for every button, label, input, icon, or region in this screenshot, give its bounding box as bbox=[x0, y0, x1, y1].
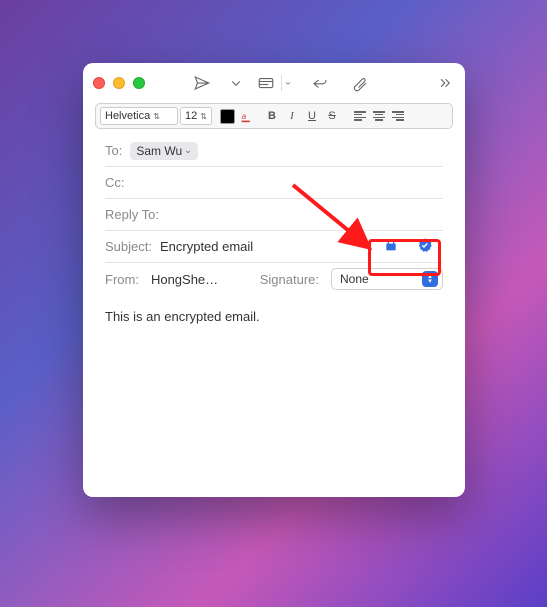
paper-plane-icon bbox=[193, 74, 211, 92]
font-size-value: 12 bbox=[185, 110, 197, 122]
reply-button[interactable] bbox=[303, 69, 337, 97]
align-right-button[interactable] bbox=[389, 107, 407, 125]
font-family-select[interactable]: Helvetica ⇅ bbox=[100, 107, 178, 125]
from-label: From: bbox=[105, 272, 139, 287]
chevron-down-icon bbox=[227, 74, 245, 92]
body-text: This is an encrypted email. bbox=[105, 309, 260, 324]
message-body[interactable]: This is an encrypted email. bbox=[83, 295, 465, 497]
to-label: To: bbox=[105, 143, 122, 158]
reply-arrow-icon bbox=[311, 74, 329, 92]
align-right-icon bbox=[392, 111, 404, 121]
signature-label: Signature: bbox=[260, 272, 319, 287]
overflow-button[interactable] bbox=[433, 69, 455, 97]
reply-to-row[interactable]: Reply To: bbox=[105, 199, 443, 231]
chevron-down-icon bbox=[283, 74, 293, 92]
align-left-button[interactable] bbox=[351, 107, 369, 125]
minimize-button[interactable] bbox=[113, 77, 125, 89]
text-color-swatch[interactable] bbox=[220, 109, 235, 124]
encryption-button[interactable] bbox=[383, 237, 399, 256]
align-center-icon bbox=[373, 111, 385, 121]
svg-text:a: a bbox=[241, 111, 246, 120]
italic-button[interactable]: I bbox=[283, 107, 301, 125]
zoom-button[interactable] bbox=[133, 77, 145, 89]
seal-check-icon bbox=[417, 237, 433, 253]
signing-button[interactable] bbox=[417, 237, 433, 256]
window-controls bbox=[93, 77, 145, 89]
align-left-icon bbox=[354, 111, 366, 121]
message-headers: To: Sam Wu ⌄ Cc: Reply To: Subject: Encr… bbox=[83, 135, 465, 295]
reply-to-label: Reply To: bbox=[105, 207, 159, 222]
updown-caret-icon: ▴▾ bbox=[422, 271, 438, 287]
close-button[interactable] bbox=[93, 77, 105, 89]
signature-select[interactable]: None ▴▾ bbox=[331, 268, 443, 290]
cc-label: Cc: bbox=[105, 175, 125, 190]
strike-button[interactable]: S bbox=[323, 107, 341, 125]
alignment-group bbox=[351, 107, 407, 125]
paperclip-icon bbox=[351, 74, 369, 92]
select-caret-icon: ⇅ bbox=[200, 112, 207, 121]
attach-button[interactable] bbox=[343, 69, 377, 97]
underline-button[interactable]: U bbox=[303, 107, 321, 125]
recipient-token[interactable]: Sam Wu ⌄ bbox=[130, 142, 197, 160]
subject-row[interactable]: Subject: Encrypted email bbox=[105, 231, 443, 263]
font-size-select[interactable]: 12 ⇅ bbox=[180, 107, 212, 125]
security-icons bbox=[373, 231, 443, 262]
cc-row[interactable]: Cc: bbox=[105, 167, 443, 199]
bold-button[interactable]: B bbox=[263, 107, 281, 125]
to-row[interactable]: To: Sam Wu ⌄ bbox=[105, 135, 443, 167]
format-bar: Helvetica ⇅ 12 ⇅ a B I U S bbox=[95, 103, 453, 129]
chevrons-right-icon bbox=[435, 74, 453, 92]
select-caret-icon: ⇅ bbox=[153, 112, 160, 121]
list-icon bbox=[257, 74, 275, 92]
recipient-name: Sam Wu bbox=[136, 144, 182, 158]
text-color-picker-button[interactable]: a bbox=[237, 107, 255, 125]
font-family-value: Helvetica bbox=[105, 110, 150, 122]
align-center-button[interactable] bbox=[370, 107, 388, 125]
subject-label: Subject: bbox=[105, 239, 152, 254]
send-button[interactable] bbox=[185, 69, 219, 97]
titlebar bbox=[83, 63, 465, 103]
from-account-select[interactable]: HongShe… bbox=[151, 272, 218, 287]
lock-icon bbox=[383, 237, 399, 253]
send-options-button[interactable] bbox=[225, 69, 247, 97]
compose-window: Helvetica ⇅ 12 ⇅ a B I U S To: Sam Wu ⌄ bbox=[83, 63, 465, 497]
from-row: From: HongShe… Signature: None ▴▾ bbox=[105, 263, 443, 295]
chevron-down-icon: ⌄ bbox=[184, 145, 192, 156]
header-fields-button[interactable] bbox=[253, 69, 297, 97]
signature-value: None bbox=[340, 272, 369, 286]
subject-value: Encrypted email bbox=[160, 239, 253, 254]
color-a-icon: a bbox=[240, 110, 253, 123]
